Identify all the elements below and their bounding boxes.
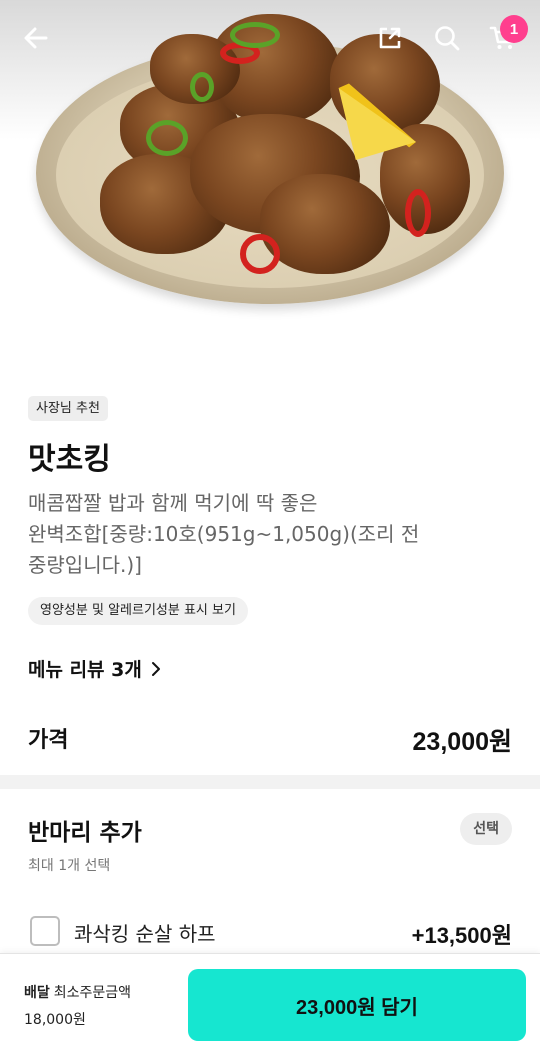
section-divider [0, 775, 540, 789]
price-label: 가격 [28, 728, 69, 753]
option-price: +13,500원 [411, 923, 512, 948]
product-title: 맛초킹 [28, 442, 111, 477]
nutrition-allergen-button[interactable]: 영양성분 및 알레르기성분 표시 보기 [28, 597, 248, 625]
fried-chicken-pile [80, 14, 480, 276]
share-button[interactable] [370, 18, 410, 58]
green-pepper [190, 72, 214, 102]
back-arrow-icon [24, 27, 48, 49]
green-pepper [146, 120, 188, 156]
menu-review-link[interactable]: 메뉴 리뷰 3개 [28, 655, 162, 682]
option-label: 콰삭킹 순살 하프 [74, 922, 216, 946]
share-icon [379, 27, 401, 49]
description-line: 매콤짭짤 밥과 함께 먹기에 딱 좋은 [28, 491, 318, 515]
chicken-piece [260, 174, 390, 274]
review-link-label: 메뉴 리뷰 3개 [28, 659, 142, 681]
optional-badge: 선택 [460, 813, 512, 845]
owner-recommend-tag: 사장님 추천 [28, 396, 108, 421]
delivery-min-order-label: 배달 최소주문금액 [24, 982, 131, 1002]
back-button[interactable] [16, 18, 56, 58]
min-order-label: 최소주문금액 [53, 985, 132, 1001]
option-group-subtitle: 최대 1개 선택 [28, 858, 111, 874]
bottom-order-bar: 배달 최소주문금액 18,000원 23,000원 담기 [0, 953, 540, 1053]
red-pepper [405, 189, 431, 237]
description-line: 완벽조합[중량:10호(951g~1,050g)(조리 전 [28, 522, 420, 546]
cart-count-badge: 1 [500, 15, 528, 43]
chevron-right-icon [151, 661, 160, 676]
delivery-label: 배달 [24, 985, 50, 1001]
option-row[interactable]: 콰삭킹 순살 하프 +13,500원 [28, 912, 512, 952]
red-pepper [240, 234, 280, 274]
product-description: 매콤짭짤 밥과 함께 먹기에 딱 좋은 완벽조합[중량:10호(951g~1,0… [28, 488, 468, 581]
search-button[interactable] [427, 18, 467, 58]
add-to-cart-button[interactable]: 23,000원 담기 [188, 969, 526, 1041]
search-icon [435, 26, 460, 51]
description-line: 중량입니다.)] [28, 553, 142, 577]
option-checkbox[interactable] [30, 916, 60, 946]
option-group-title: 반마리 추가 [28, 820, 142, 846]
min-order-value: 18,000원 [24, 1012, 86, 1028]
green-pepper [230, 22, 280, 48]
price-value: 23,000원 [412, 728, 512, 756]
